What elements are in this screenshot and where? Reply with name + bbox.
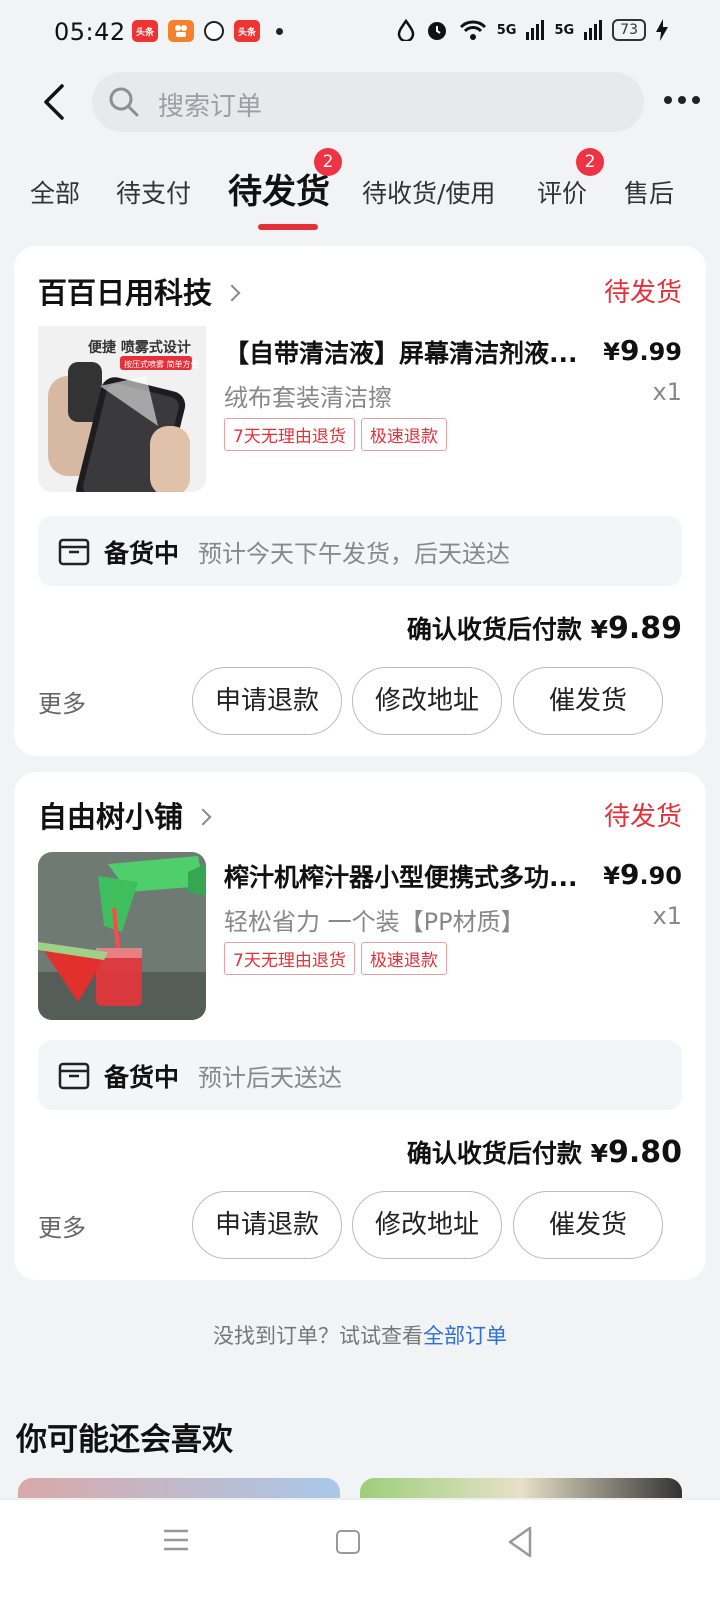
review-badge: 2	[576, 148, 604, 176]
search-icon	[109, 87, 139, 117]
tab-all[interactable]: 全部	[30, 174, 80, 210]
product-image[interactable]	[38, 852, 206, 1020]
more-options-icon[interactable]	[664, 96, 700, 104]
signal-bars-icon	[526, 20, 545, 40]
search-input[interactable]: 搜索订单	[92, 72, 644, 132]
fast-refund-tag: 极速退款	[360, 942, 447, 975]
status-time: 05:42	[54, 18, 126, 46]
modify-address-button[interactable]: 修改地址	[352, 1191, 502, 1259]
system-icons: 5G 5G 73	[397, 18, 668, 42]
product-image[interactable]: 便捷 喷雾式设计 按压式喷雾 简单方便	[38, 326, 206, 492]
order-card[interactable]: 百百日用科技 待发货 便捷 喷雾式设计 按压式喷雾 简单方便 【自带清洁液】屏幕…	[14, 246, 706, 756]
charging-icon	[656, 19, 668, 41]
home-icon[interactable]	[336, 1530, 360, 1554]
all-orders-link[interactable]: 全部订单	[423, 1324, 507, 1348]
shop-name[interactable]: 自由树小铺	[38, 794, 212, 836]
svg-text:按压式喷雾 简单方便: 按压式喷雾 简单方便	[124, 359, 199, 369]
product-quantity: x1	[652, 902, 682, 930]
shipping-estimate: 预计今天下午发货，后天送达	[198, 540, 510, 568]
package-icon	[58, 1062, 90, 1090]
tab-pending-receipt[interactable]: 待收货/使用	[362, 174, 495, 210]
pending-shipment-badge: 2	[314, 148, 342, 176]
recommend-item-image[interactable]	[360, 1478, 682, 1498]
shipping-status-box[interactable]: 备货中 预计后天送达	[38, 1040, 682, 1110]
product-title[interactable]: 【自带清洁液】屏幕清洁剂液...	[224, 334, 594, 370]
more-notifications-dot	[276, 27, 283, 35]
service-tags: 7天无理由退货 极速退款	[224, 418, 447, 451]
return-policy-tag: 7天无理由退货	[224, 942, 355, 975]
more-actions-link[interactable]: 更多	[38, 1208, 86, 1243]
product-price: ¥9.90	[603, 858, 682, 891]
chevron-right-icon	[223, 284, 241, 302]
battery-indicator: 73	[612, 19, 646, 41]
video-app-icon	[204, 21, 224, 41]
menu-icon[interactable]	[163, 1528, 189, 1552]
toutiao-app-icon: 头条	[132, 20, 158, 42]
tab-review[interactable]: 评价	[537, 174, 587, 210]
chevron-right-icon	[194, 808, 212, 826]
return-policy-tag: 7天无理由退货	[224, 418, 355, 451]
request-refund-button[interactable]: 申请退款	[192, 1191, 342, 1259]
signal-bars-2-icon	[584, 20, 603, 40]
package-icon	[58, 538, 90, 566]
service-tags: 7天无理由退货 极速退款	[224, 942, 447, 975]
wifi-icon	[459, 20, 486, 40]
tab-pending-shipment[interactable]: 待发货	[228, 164, 330, 213]
product-spec: 轻松省力 一个装【PP材质】	[224, 908, 525, 936]
status-bar: 05:42 头条 头条 5G 5G 73	[0, 0, 720, 64]
image-caption: 便捷 喷雾式设计	[88, 339, 191, 356]
not-found-hint: 没找到订单？试试查看全部订单	[213, 1324, 507, 1348]
signal-5g-1: 5G	[496, 22, 517, 38]
urge-shipment-button[interactable]: 催发货	[513, 1191, 663, 1259]
product-quantity: x1	[652, 378, 682, 406]
payment-summary: 确认收货后付款 ¥9.80	[406, 1135, 682, 1170]
product-title[interactable]: 榨汁机榨汁器小型便携式多功...	[224, 858, 594, 894]
system-navigation-bar	[0, 1500, 720, 1612]
modify-address-button[interactable]: 修改地址	[352, 667, 502, 735]
search-placeholder: 搜索订单	[158, 92, 263, 122]
back-arrow-icon[interactable]	[36, 82, 76, 122]
request-refund-button[interactable]: 申请退款	[192, 667, 342, 735]
shipping-status-box[interactable]: 备货中 预计今天下午发货，后天送达	[38, 516, 682, 586]
recommend-item-image[interactable]	[18, 1478, 340, 1498]
water-drop-icon	[397, 19, 414, 41]
order-tabs: 全部 待支付 待发货 2 待收货/使用 评价 2 售后	[0, 148, 720, 230]
active-tab-indicator	[258, 224, 318, 230]
recommend-title: 你可能还会喜欢	[16, 1422, 233, 1458]
notification-icons: 头条 头条	[132, 20, 283, 42]
more-actions-link[interactable]: 更多	[38, 684, 86, 719]
product-spec: 绒布套装清洁擦	[224, 384, 392, 412]
signal-5g-2: 5G	[554, 22, 575, 38]
kuaishou-app-icon	[168, 20, 194, 42]
tab-pending-payment[interactable]: 待支付	[116, 174, 191, 210]
alarm-icon	[427, 22, 446, 40]
order-status: 待发货	[603, 278, 682, 308]
payment-summary: 确认收货后付款 ¥9.89	[406, 611, 682, 646]
shipping-estimate: 预计后天送达	[198, 1064, 342, 1092]
product-price: ¥9.99	[603, 334, 682, 367]
shipping-status: 备货中	[104, 1063, 180, 1092]
order-status: 待发货	[603, 802, 682, 832]
order-card[interactable]: 自由树小铺 待发货 榨汁机榨汁器小型便携式多功... ¥9.90 轻松省力 一个…	[14, 772, 706, 1280]
fast-refund-tag: 极速退款	[360, 418, 447, 451]
toutiao-lite-app-icon: 头条	[234, 20, 260, 42]
shipping-status: 备货中	[104, 539, 180, 568]
shop-name[interactable]: 百百日用科技	[38, 270, 241, 312]
tab-after-sales[interactable]: 售后	[624, 174, 674, 210]
back-triangle-icon[interactable]	[506, 1526, 534, 1558]
urge-shipment-button[interactable]: 催发货	[513, 667, 663, 735]
